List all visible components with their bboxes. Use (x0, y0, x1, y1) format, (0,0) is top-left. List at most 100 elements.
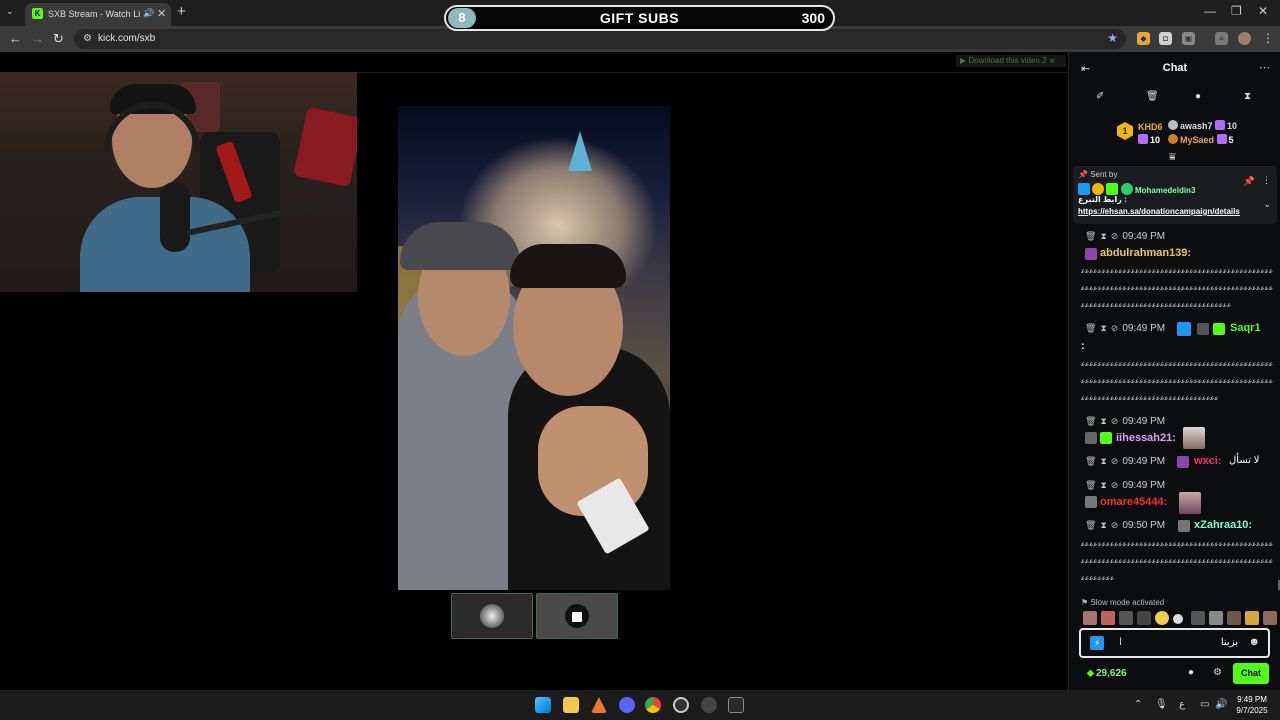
chat-rules-icon[interactable]: ● (1188, 667, 1194, 678)
emote-option[interactable] (1245, 611, 1259, 625)
profile-avatar[interactable] (1238, 32, 1251, 45)
chat-bubble-tool-icon[interactable]: ● (1195, 91, 1201, 102)
delete-icon[interactable]: 🗑 (1085, 231, 1096, 241)
emote-option[interactable] (1209, 611, 1223, 625)
ban-icon[interactable]: ⊘ (1111, 456, 1119, 466)
chat-input[interactable]: ⚡ I بزبنا ☻ (1079, 628, 1270, 658)
timeout-icon[interactable]: ⧗ (1100, 456, 1106, 466)
delete-icon[interactable]: 🗑 (1085, 480, 1096, 490)
tray-overflow-icon[interactable]: ⌃ (1134, 699, 1142, 710)
close-window-icon[interactable]: ✕ (1258, 4, 1268, 18)
volume-icon[interactable]: 🔊 (1215, 699, 1227, 710)
minimize-icon[interactable]: — (1204, 4, 1216, 18)
bookmark-star-icon[interactable]: ★ (1107, 31, 1118, 45)
chat-title: Chat (1162, 62, 1188, 74)
extension-shield-icon[interactable]: ◘ (1159, 32, 1172, 45)
delete-icon[interactable]: 🗑 (1085, 520, 1096, 530)
top-gifter-2-name[interactable]: awash7 (1180, 121, 1213, 131)
ban-icon[interactable]: ⊘ (1111, 480, 1119, 490)
delete-icon[interactable]: 🗑 (1085, 416, 1096, 426)
emote-option[interactable] (1173, 614, 1183, 624)
network-icon[interactable]: ▭ (1200, 699, 1209, 710)
app-icon[interactable] (591, 697, 607, 713)
chat-input-value[interactable]: بزبنا (1221, 637, 1238, 648)
ban-icon[interactable]: ⊘ (1111, 416, 1119, 426)
emote-option[interactable] (1137, 611, 1151, 625)
file-explorer-icon[interactable] (563, 697, 579, 713)
gift-badge-icon (1106, 183, 1119, 195)
emote-option[interactable] (1191, 611, 1205, 625)
unpin-icon[interactable]: 📌 (1244, 176, 1255, 187)
start-icon[interactable] (535, 697, 551, 713)
delete-icon[interactable]: 🗑 (1085, 323, 1096, 333)
discord-icon[interactable] (619, 697, 635, 713)
chat-username[interactable]: wxci: (1194, 455, 1222, 467)
maximize-icon[interactable]: ❐ (1231, 4, 1242, 18)
emote-option[interactable] (1083, 611, 1097, 625)
timeout-icon[interactable]: ⧗ (1100, 416, 1106, 426)
chat-username[interactable]: Saqr1 (1230, 322, 1261, 334)
ban-icon[interactable]: ⊘ (1111, 231, 1119, 241)
input-language[interactable]: ع (1179, 699, 1185, 710)
pin-tool-icon[interactable]: ✐ (1096, 91, 1104, 102)
chat-menu-icon[interactable]: ⋯ (1259, 61, 1270, 74)
video-option-2[interactable] (536, 593, 618, 639)
pinned-more-icon[interactable]: ⋮ (1262, 175, 1271, 186)
top-gifter-1-name[interactable]: KHD6 (1138, 122, 1163, 132)
chat-message-text: ﻋﻋﻋﻋﻋﻋﻋﻋﻋﻋﻋﻋﻋﻋﻋﻋﻋﻋﻋﻋﻋﻋﻋﻋﻋﻋﻋﻋﻋﻋﻋﻋﻋﻋﻋﻋﻋﻋﻋﻋ… (1081, 285, 1273, 292)
expand-gifters-icon[interactable]: ⩸ (1169, 151, 1176, 164)
user-emote-avatar (1179, 492, 1201, 514)
trash-tool-icon[interactable]: 🗑 (1146, 91, 1159, 102)
close-tab-icon[interactable]: ✕ (157, 7, 166, 20)
omnibox[interactable]: ⚙ kick.com/sxb ★ (74, 29, 1126, 49)
chat-username[interactable]: omare45444: (1100, 496, 1167, 508)
emote-option[interactable] (1227, 611, 1241, 625)
emoji-picker-icon[interactable]: ☻ (1248, 636, 1260, 648)
emote-option[interactable] (1119, 611, 1133, 625)
epic-games-icon[interactable] (728, 697, 744, 713)
timeout-icon[interactable]: ⧗ (1100, 323, 1106, 333)
chat-message-text: ﻋﻋﻋﻋﻋﻋﻋﻋﻋﻋﻋﻋﻋﻋﻋﻋﻋﻋﻋﻋﻋﻋﻋﻋﻋﻋﻋﻋﻋﻋﻋﻋﻋ (1081, 395, 1219, 402)
steam-icon[interactable] (701, 697, 717, 713)
browser-tab[interactable]: K SXB Stream - Watch Live on 🔊 ✕ (25, 3, 171, 26)
app-icon[interactable] (673, 697, 689, 713)
pinned-expand-icon[interactable]: ⌄ (1263, 199, 1271, 210)
timeout-icon[interactable]: ⧗ (1100, 231, 1106, 241)
timeout-icon[interactable]: ⧗ (1100, 520, 1106, 530)
site-info-icon[interactable]: ⚙ (83, 33, 92, 44)
ban-icon[interactable]: ⊘ (1111, 323, 1119, 333)
pinned-message[interactable]: 📌 Sent by Mohamedeldin3 رابط التبرع : ht… (1073, 166, 1277, 224)
send-chat-button[interactable]: Chat (1233, 663, 1269, 684)
emote-option[interactable] (1155, 611, 1169, 625)
ban-icon[interactable]: ⊘ (1111, 520, 1119, 530)
system-clock[interactable]: 9:49 PM 9/7/2025 (1232, 694, 1272, 716)
chat-message-text: ﻋﻋﻋﻋﻋﻋﻋﻋﻋﻋﻋﻋﻋﻋﻋﻋﻋﻋﻋﻋﻋﻋﻋﻋﻋﻋﻋﻋﻋﻋﻋﻋﻋﻋﻋﻋﻋﻋﻋﻋ… (1081, 378, 1273, 385)
reload-icon[interactable]: ↻ (53, 31, 64, 47)
chat-settings-icon[interactable]: ⚙ (1213, 667, 1222, 678)
chat-username[interactable]: iihessah21: (1116, 432, 1176, 444)
microphone-icon[interactable]: 🎙 (1155, 699, 1168, 710)
back-icon[interactable]: ← (9, 31, 22, 46)
channel-points: ⬥ 29,626 (1087, 668, 1127, 679)
extension-icon[interactable]: ◆ (1137, 32, 1150, 45)
pinned-link[interactable]: https://ehsan.sa/donationcampaign/detail… (1078, 207, 1264, 216)
forward-icon[interactable]: → (31, 31, 44, 46)
speaker-icon[interactable]: 🔊 (143, 8, 154, 19)
chrome-icon[interactable] (645, 697, 661, 713)
emote-option[interactable] (1101, 611, 1115, 625)
media-control-icon[interactable]: ≡ (1215, 32, 1228, 45)
delete-icon[interactable]: 🗑 (1085, 456, 1096, 466)
url-text[interactable]: kick.com/sxb (98, 33, 155, 44)
download-video-hint[interactable]: ▶ Download this video 2 ⨯ (956, 55, 1066, 67)
browser-menu-icon[interactable]: ⋮ (1262, 31, 1274, 45)
timeout-icon[interactable]: ⧗ (1100, 480, 1106, 490)
new-tab-button[interactable]: + (177, 3, 186, 20)
chat-username[interactable]: xZahraa10: (1194, 519, 1252, 531)
extensions-puzzle-icon[interactable]: ▣ (1182, 32, 1195, 45)
video-option-1[interactable] (451, 593, 533, 639)
top-gifter-3-name[interactable]: MySaed (1180, 135, 1214, 145)
chat-username[interactable]: abdulrahman139: (1100, 247, 1191, 259)
tab-search-icon[interactable]: ⌄ (6, 6, 14, 17)
emote-option[interactable] (1263, 611, 1277, 625)
timer-tool-icon[interactable]: ⧗ (1244, 91, 1251, 102)
